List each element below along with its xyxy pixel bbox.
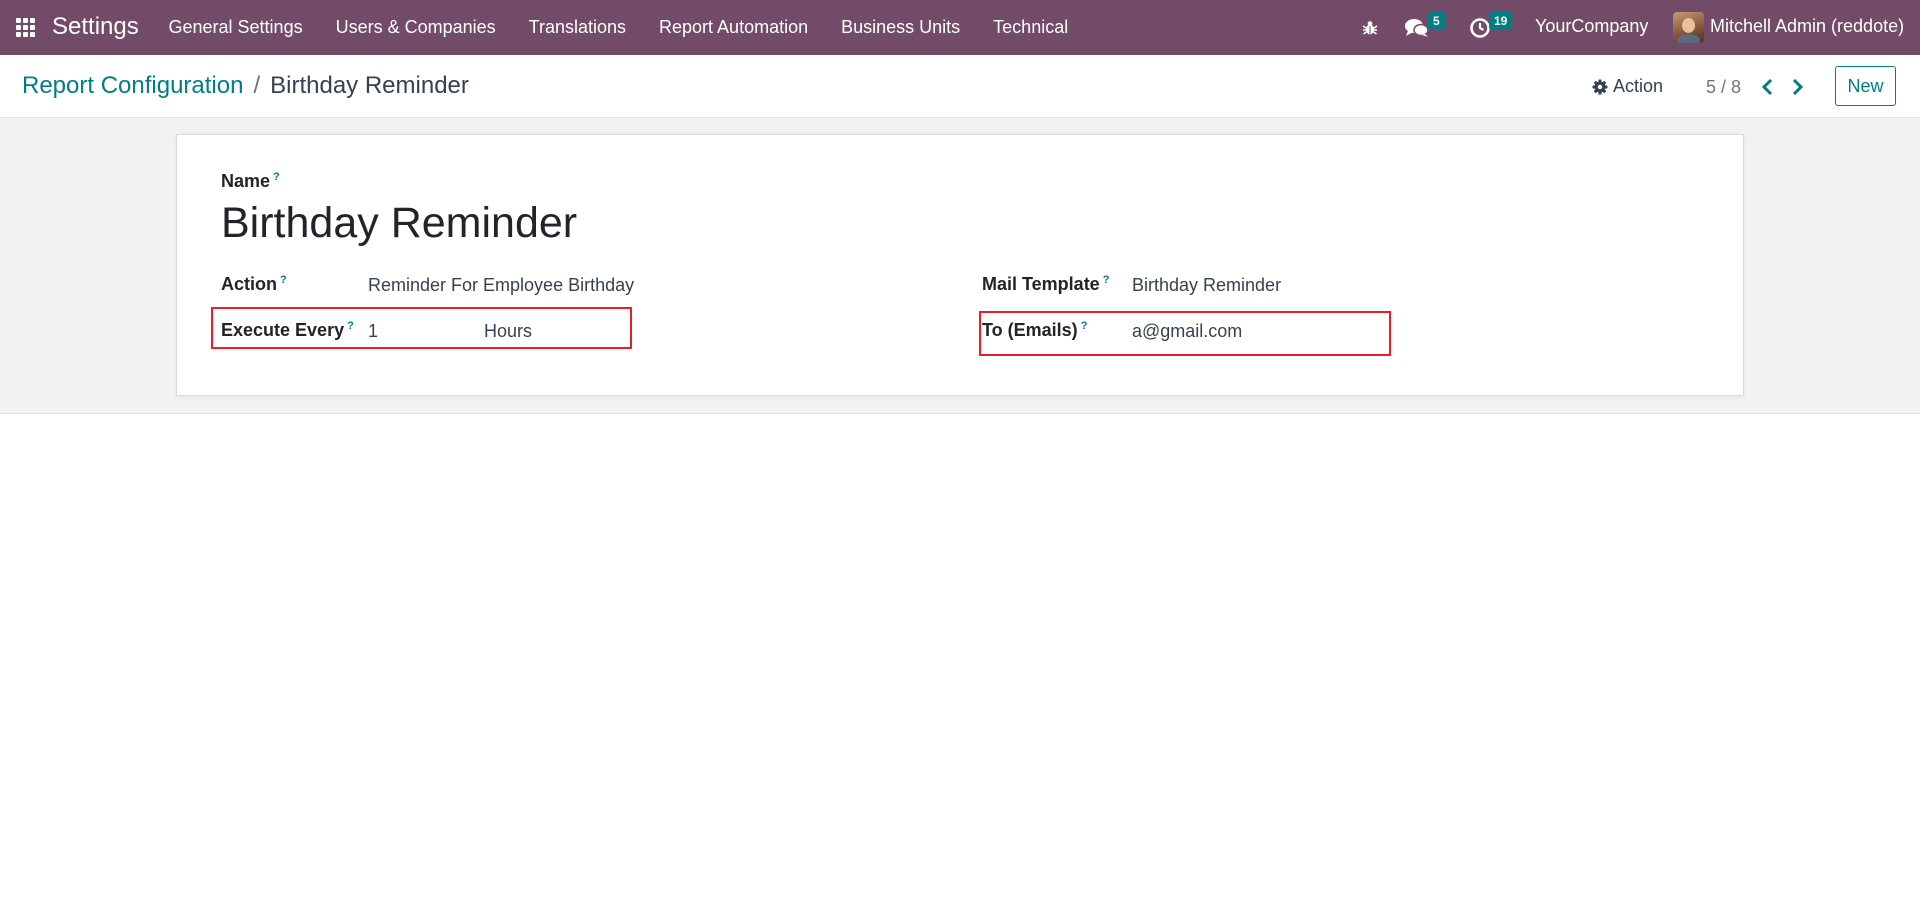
chevron-left-icon [1761, 78, 1773, 96]
action-menu-button[interactable]: Action [1592, 76, 1663, 97]
chevron-right-icon [1792, 78, 1804, 96]
name-label-text: Name [221, 171, 271, 191]
action-label: Action [1613, 76, 1664, 96]
mail-template-help-icon[interactable]: ? [1103, 274, 1110, 286]
menu-users-companies[interactable]: Users & Companies [319, 0, 512, 55]
app-name[interactable]: Settings [52, 13, 139, 41]
control-panel: Report Configuration / Birthday Reminder A… [0, 55, 1920, 118]
messages-button[interactable]: 5 [1404, 0, 1445, 55]
action-label-text: Action [221, 274, 277, 294]
clock-icon [1470, 17, 1490, 38]
menu-translations[interactable]: Translations [512, 0, 642, 55]
form-sheet [176, 134, 1744, 396]
to-emails-highlight-box [979, 311, 1391, 356]
chat-icon [1405, 18, 1429, 37]
pager-previous-button[interactable] [1758, 75, 1778, 99]
action-field-label: Action? [221, 274, 287, 295]
new-record-button[interactable]: New [1835, 66, 1896, 106]
messages-count-badge: 5 [1428, 12, 1445, 30]
execute-every-highlight-box [211, 307, 632, 349]
action-help-icon[interactable]: ? [280, 274, 287, 286]
top-navbar: Settings General Settings Users & Compan… [0, 0, 1920, 55]
gear-icon [1592, 79, 1608, 94]
pager-value[interactable]: 5 / 8 [1706, 77, 1741, 98]
menu-business-units[interactable]: Business Units [825, 0, 977, 55]
breadcrumb-parent-link[interactable]: Report Configuration [22, 72, 243, 99]
activities-count-badge: 19 [1489, 12, 1513, 30]
pager-next-button[interactable] [1787, 75, 1807, 99]
name-field-value[interactable]: Birthday Reminder [221, 199, 577, 248]
menu-report-automation[interactable]: Report Automation [643, 0, 825, 55]
mail-template-field-value[interactable]: Birthday Reminder [1132, 275, 1281, 296]
name-help-icon[interactable]: ? [273, 171, 280, 183]
mail-template-label-text: Mail Template [982, 274, 1100, 294]
debug-button[interactable] [1361, 0, 1379, 55]
user-menu[interactable]: Mitchell Admin (reddote) [1710, 16, 1904, 37]
activities-button[interactable]: 19 [1469, 0, 1513, 55]
mail-template-field-label: Mail Template? [982, 274, 1109, 295]
breadcrumb-separator: / [253, 72, 261, 99]
name-field-label: Name? [221, 171, 280, 192]
user-avatar[interactable] [1673, 12, 1704, 43]
menu-technical[interactable]: Technical [977, 0, 1085, 55]
menu-general-settings[interactable]: General Settings [152, 0, 319, 55]
breadcrumb: Report Configuration / Birthday Reminder [22, 72, 469, 100]
action-field-value[interactable]: Reminder For Employee Birthday [368, 275, 634, 296]
company-switcher[interactable]: YourCompany [1535, 16, 1648, 37]
bug-icon [1362, 20, 1378, 35]
main-menu: General Settings Users & Companies Trans… [152, 0, 1085, 55]
apps-grid-icon[interactable] [16, 18, 35, 37]
breadcrumb-current: Birthday Reminder [270, 72, 469, 99]
